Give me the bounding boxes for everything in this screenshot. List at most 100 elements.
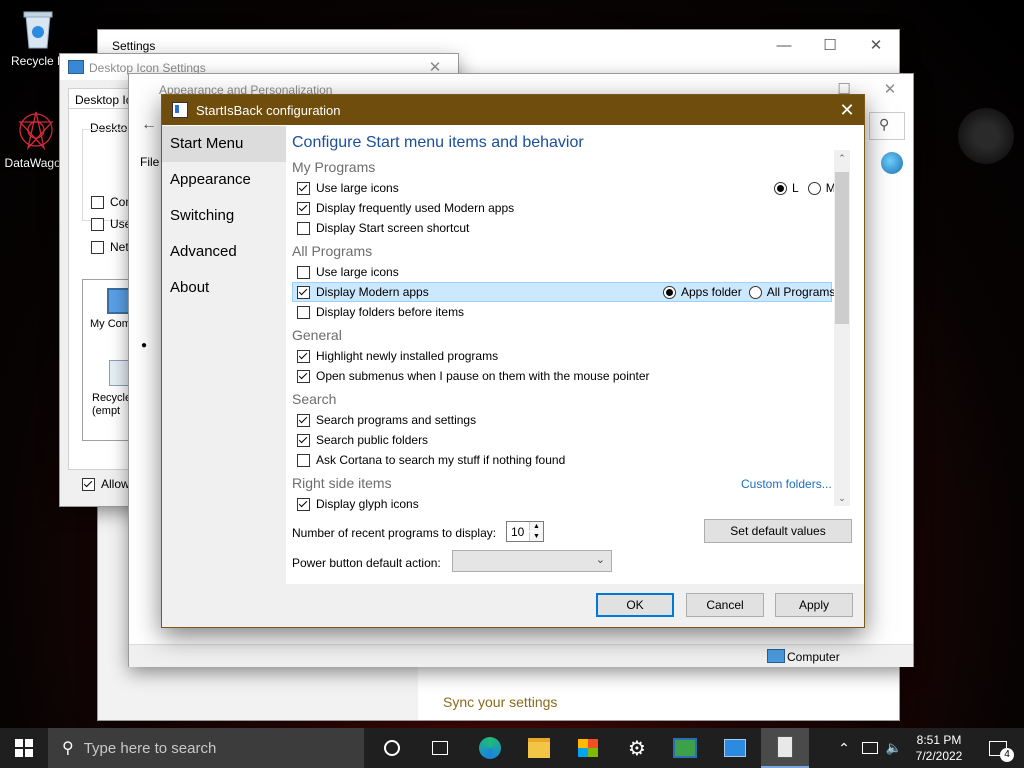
bullet: ● xyxy=(141,340,148,351)
radio-m[interactable] xyxy=(807,181,821,195)
nav-advanced[interactable]: Advanced xyxy=(162,234,286,270)
sync-settings-link[interactable]: Sync your settings xyxy=(443,694,557,710)
spin-down-icon[interactable]: ▼ xyxy=(529,532,543,541)
file-explorer-icon[interactable] xyxy=(515,728,563,768)
maximize-button[interactable]: ☐ xyxy=(807,30,853,60)
dialog-footer: OK Cancel Apply xyxy=(162,584,864,627)
settings-gear-desktop-graphic xyxy=(958,108,1014,164)
checkbox-search-public-folders[interactable]: Search public folders xyxy=(292,430,832,450)
checkbox-use-large-icons-all-programs[interactable]: Use large icons xyxy=(292,262,832,282)
nav-about[interactable]: About xyxy=(162,270,286,306)
checkbox-box xyxy=(297,433,310,447)
power-button-action-dropdown[interactable]: ⌄ xyxy=(452,550,612,572)
cancel-button[interactable]: Cancel xyxy=(686,593,764,617)
vertical-scrollbar[interactable]: ⌃ ⌄ xyxy=(834,150,850,506)
startisback-app-icon xyxy=(172,102,188,118)
nav-switching[interactable]: Switching xyxy=(162,198,286,234)
cortana-circle-icon[interactable] xyxy=(368,728,416,768)
search-placeholder: Type here to search xyxy=(83,739,217,757)
file-menu[interactable]: File xyxy=(140,155,159,169)
checkbox-highlight-new-programs[interactable]: Highlight newly installed programs xyxy=(292,346,832,366)
close-button[interactable]: ✕ xyxy=(830,95,864,125)
checkbox-box xyxy=(297,349,310,363)
settings-nav: Start Menu Appearance Switching Advanced… xyxy=(162,126,286,584)
checkbox-box xyxy=(297,181,310,195)
checkbox-box xyxy=(297,497,310,511)
close-button[interactable]: ✕ xyxy=(853,30,899,60)
back-arrow-icon[interactable]: ← xyxy=(141,116,157,134)
checkbox-box xyxy=(297,305,310,319)
checkbox-folders-before-items[interactable]: Display folders before items xyxy=(292,302,832,322)
network-icon[interactable] xyxy=(858,728,882,768)
help-globe-icon[interactable] xyxy=(881,152,903,174)
checkbox-open-submenus-on-hover[interactable]: Open submenus when I pause on them with … xyxy=(292,366,832,386)
window-title: Desktop Icon Settings xyxy=(89,61,206,75)
status-bar: Computer xyxy=(129,644,913,667)
checkbox-display-glyph-icons[interactable]: Display glyph icons xyxy=(292,494,832,514)
set-default-values-button[interactable]: Set default values xyxy=(704,519,852,543)
edge-browser-icon[interactable] xyxy=(466,728,514,768)
task-view-icon[interactable] xyxy=(416,728,464,768)
volume-icon[interactable]: 🔈 xyxy=(882,728,906,768)
apply-button[interactable]: Apply xyxy=(775,593,853,617)
control-panel-icon[interactable] xyxy=(661,728,709,768)
scroll-up-arrow-icon[interactable]: ⌃ xyxy=(834,150,850,166)
checkbox-box xyxy=(297,221,310,235)
recent-programs-spinner[interactable]: 10 ▲ ▼ xyxy=(506,521,544,542)
close-button[interactable]: ✕ xyxy=(867,74,913,104)
window-title: Settings xyxy=(112,39,156,53)
taskbar-search-box[interactable]: ⚲ Type here to search xyxy=(48,728,364,768)
ok-button[interactable]: OK xyxy=(596,593,674,617)
section-my-programs: My Programs xyxy=(292,159,376,175)
custom-folders-link[interactable]: Custom folders... xyxy=(741,477,832,491)
checkbox-use-large-icons-my-programs[interactable]: Use large icons xyxy=(292,178,832,198)
status-text: Computer xyxy=(787,650,840,664)
checkbox-box xyxy=(297,413,310,427)
checkbox-search-programs-settings[interactable]: Search programs and settings xyxy=(292,410,832,430)
personalization-icon[interactable] xyxy=(711,728,759,768)
notification-count-badge: 4 xyxy=(1000,748,1014,762)
clock[interactable]: 8:51 PM 7/2/2022 xyxy=(908,732,970,764)
search-icon: ⚲ xyxy=(879,116,890,132)
desktop-icon-settings-icon xyxy=(68,60,84,74)
start-button[interactable] xyxy=(0,728,48,768)
windows-logo-icon xyxy=(15,739,33,757)
recycle-bin-icon xyxy=(109,360,131,386)
checkbox-ask-cortana[interactable]: Ask Cortana to search my stuff if nothin… xyxy=(292,450,832,470)
microsoft-store-icon[interactable] xyxy=(564,728,612,768)
nav-start-menu[interactable]: Start Menu xyxy=(162,126,286,162)
startisback-taskbar-icon[interactable] xyxy=(761,728,809,768)
search-icon: ⚲ xyxy=(62,740,74,757)
checkbox-start-screen-shortcut[interactable]: Display Start screen shortcut xyxy=(292,218,832,238)
spin-up-icon[interactable]: ▲ xyxy=(529,522,543,531)
computer-status-icon xyxy=(767,649,785,663)
scroll-down-arrow-icon[interactable]: ⌄ xyxy=(834,490,850,506)
radio-apps-folder[interactable] xyxy=(663,285,676,299)
start-menu-panel: Configure Start menu items and behavior … xyxy=(286,126,863,584)
startisback-config-dialog[interactable]: StartIsBack configuration ✕ Start Menu A… xyxy=(161,94,865,628)
settings-gear-icon[interactable]: ⚙ xyxy=(613,728,661,768)
desktop-icon-label: DataWagon xyxy=(4,156,68,170)
nav-appearance[interactable]: Appearance xyxy=(162,162,286,198)
section-general: General xyxy=(292,327,342,343)
checkbox-frequent-modern-apps[interactable]: Display frequently used Modern apps xyxy=(292,198,832,218)
checkbox-box xyxy=(297,285,310,299)
modern-apps-radio-group: Apps folder All Programs xyxy=(663,285,835,299)
action-center-icon[interactable]: 4 xyxy=(978,728,1018,768)
scroll-thumb[interactable] xyxy=(835,172,849,324)
minimize-button[interactable]: — xyxy=(761,30,807,60)
clock-time: 8:51 PM xyxy=(916,733,962,747)
show-hidden-icons-chevron-up-icon[interactable]: ⌃ xyxy=(832,728,856,768)
section-all-programs: All Programs xyxy=(292,243,373,259)
chevron-down-icon: ⌄ xyxy=(595,554,605,566)
power-button-label: Power button default action: xyxy=(292,556,441,570)
checkbox-box xyxy=(297,453,310,467)
radio-l[interactable] xyxy=(774,181,787,195)
recent-programs-label: Number of recent programs to display: xyxy=(292,526,497,540)
checkbox-box xyxy=(297,201,310,215)
icon-size-radio-group: L M xyxy=(774,181,836,195)
radio-all-programs[interactable] xyxy=(748,285,762,299)
taskbar: ⚲ Type here to search ⚙ ⌃ 🔈 8:51 PM 7/2/… xyxy=(0,728,1024,768)
dialog-titlebar[interactable]: StartIsBack configuration ✕ xyxy=(162,95,864,125)
search-box[interactable]: ⚲ xyxy=(869,112,905,140)
